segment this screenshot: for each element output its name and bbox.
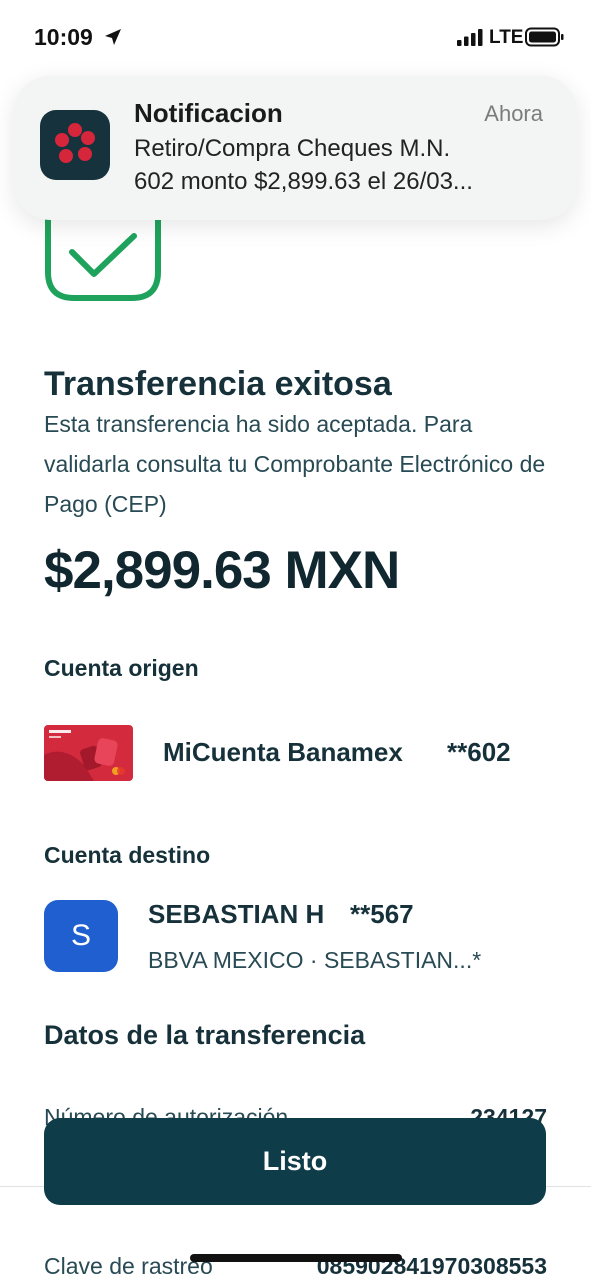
success-title: Transferencia exitosa [44,365,392,403]
transfer-data-heading: Datos de la transferencia [44,1020,366,1050]
origin-account-name: MiCuenta Banamex [163,737,403,767]
home-indicator[interactable] [190,1254,402,1262]
location-arrow-icon [105,29,121,45]
battery-icon [525,27,564,47]
origin-account-number: **602 [447,737,511,767]
destination-bank: BBVA MEXICO · SEBASTIAN...* [148,947,482,973]
success-description: Esta transferencia ha sido aceptada. Par… [44,411,546,517]
notification-banner[interactable]: Notificacion Ahora Retiro/Compra Cheques… [14,76,577,220]
destination-name: SEBASTIAN H [148,899,325,929]
destination-account-number: **567 [350,899,414,929]
done-button[interactable]: Listo [44,1118,546,1205]
checkmark-icon [45,214,161,301]
card-thumbnail [44,725,133,781]
tracking-key-label: Clave de rastreo [44,1253,213,1279]
signal-bars-icon [457,29,483,46]
notification-body: Retiro/Compra Cheques M.N. 602 monto $2,… [134,132,554,198]
notification-body-line: Retiro/Compra Cheques M.N. [134,135,451,162]
destination-account-label: Cuenta destino [44,842,211,868]
status-bar: 10:09 LTE [0,0,591,78]
network-type-label: LTE [489,27,524,48]
avatar: S [44,900,118,972]
origin-account-label: Cuenta origen [44,655,199,681]
notification-title: Notificacion [134,98,283,128]
notification-time: Ahora [484,101,543,126]
status-time: 10:09 [34,24,93,50]
notification-body-line: 602 monto $2,899.63 el 26/03... [134,168,473,195]
transfer-amount: $2,899.63 MXN [44,541,400,600]
banamex-logo-icon [40,110,110,180]
